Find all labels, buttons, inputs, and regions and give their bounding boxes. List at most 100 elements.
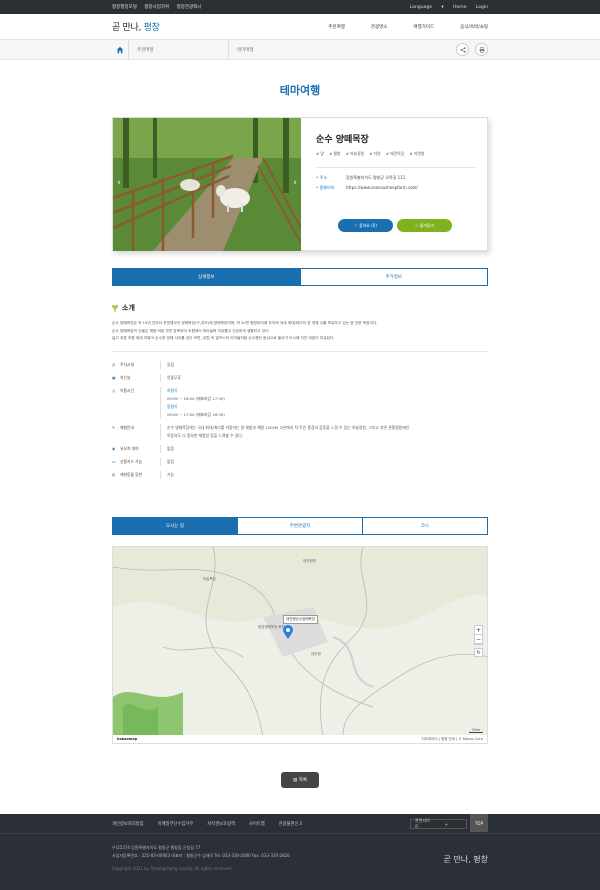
detail-label: 유모차 대여 <box>120 446 139 451</box>
detail-list: ◎ 주차시설 있음 ▣ 쉬는날 연중무휴 ◷ 이용시간 하절기 09:00 ~ … <box>112 361 488 484</box>
footer-logo: 곧 만나, 평창 <box>443 855 488 864</box>
share-icon[interactable] <box>456 43 469 56</box>
attraction-info: 순수 양떼목장 # 양 # 평창 # 하늘정원 # 자연 # 애견목장 # 자연… <box>316 132 476 195</box>
zoom-out-button[interactable]: − <box>475 635 482 644</box>
nav-item-recommend[interactable]: 추천여행 <box>328 24 345 30</box>
edit-icon: ✎ <box>112 425 116 430</box>
main-nav: 추천여행 관광명소 여행가이드 음식/숙박/쇼핑 <box>302 24 488 30</box>
map-footer-link[interactable]: 정정 안내 <box>441 737 455 741</box>
detail-label: 주차시설 <box>120 362 134 367</box>
detail-label: 애완동물 동반 <box>120 472 143 477</box>
address-label: • 주소 <box>316 175 328 180</box>
detail-value: 없음 <box>160 458 488 466</box>
footer-link[interactable]: 사이트맵 <box>249 821 265 827</box>
detail-row: ◎ 주차시설 있음 <box>112 361 488 369</box>
map-label-place: 하늘목장 <box>203 577 216 581</box>
footer-link[interactable]: 이메일무단수집거부 <box>158 821 194 827</box>
copyright: Copyright 2021 by Pyeongchang county. Al… <box>112 866 233 871</box>
related-sites-select[interactable]: 관련사이트 + <box>410 818 467 829</box>
map-marker-label: 대관령순수양떼목장 <box>283 615 318 624</box>
map-label-place: 대관령 <box>311 652 321 656</box>
detail-row: ◷ 이용시간 하절기 09:00 ~ 18:00 (매표마감 17:30) 동절… <box>112 387 488 419</box>
footer-link[interactable]: 저작권보호정책 <box>207 821 235 827</box>
tag[interactable]: # 양 <box>316 151 324 156</box>
card-icon: ▭ <box>112 459 116 464</box>
list-button[interactable]: ▤ 목록 <box>281 772 319 788</box>
tag[interactable]: # 자연 <box>369 151 380 156</box>
intro-heading: 소개 <box>112 303 135 313</box>
utility-bar: 평창행정포털 평창사업자위 평창관광택시 Language ▾ Home Log… <box>0 0 600 14</box>
site-logo[interactable]: 곧 만나, 평창 <box>112 20 160 33</box>
zoom-in-button[interactable]: + <box>475 626 482 635</box>
intro-paragraph: 넓고 푸른 초원 위에 하얗고 순수한 양떼 사이를 걷다 보면, 유럽 속 알… <box>112 336 335 340</box>
footer-address: 우)25374 강원특별자치도 평창군 평창읍 군청길 77 <box>112 845 201 850</box>
tab-nearby[interactable]: 주변관광지 <box>237 518 362 534</box>
detail-line: 순수 양떼목장에는 국내 최대/최다를 자랑하는 양 체험과 해발 1000M … <box>167 425 410 430</box>
nav-item-guide[interactable]: 여행가이드 <box>413 24 434 30</box>
next-arrow-icon[interactable]: › <box>293 178 297 188</box>
detail-value: 연중무휴 <box>160 374 488 382</box>
chevron-down-icon: ▾ <box>441 4 444 10</box>
tag[interactable]: # 애견목장 <box>386 151 404 156</box>
utility-link[interactable]: 평창관광택시 <box>177 5 202 10</box>
login-link[interactable]: Login <box>476 5 488 10</box>
footer-link[interactable]: 개인정보처리방침 <box>112 821 144 827</box>
site-footer: 개인정보처리방침 이메일무단수집거부 저작권보호정책 사이트맵 관광불편신고 관… <box>0 814 600 890</box>
utility-right: Language ▾ Home Login <box>394 5 488 10</box>
utility-link[interactable]: 평창사업자위 <box>144 5 169 10</box>
detail-label: 체험안내 <box>120 425 134 430</box>
utility-links: 평창행정포털 평창사업자위 평창관광택시 <box>112 4 207 10</box>
logo-text: 곧 만나, <box>112 23 144 33</box>
detail-row: ▭ 신용카드 가능 없음 <box>112 458 488 466</box>
card-actions: ♡ 좋아요 (0) ☆ 즐겨찾기 <box>338 219 452 232</box>
tab-course[interactable]: 코스 <box>362 518 487 534</box>
breadcrumb-item[interactable]: 추천여행 <box>128 39 228 60</box>
detail-row: ✎ 체험안내 순수 양떼목장에는 국내 최대/최다를 자랑하는 양 체험과 해발… <box>112 424 488 440</box>
top-button[interactable]: TOP <box>470 814 488 832</box>
site-header: 곧 만나, 평창 추천여행 관광명소 여행가이드 음식/숙박/쇼핑 <box>0 14 600 40</box>
homepage-link[interactable]: https://www.soonsusheepfarm.com/ <box>346 185 418 191</box>
page-actions <box>456 43 488 56</box>
tab-additional[interactable]: 추가정보 <box>299 269 488 285</box>
tag-list: # 양 # 평창 # 하늘정원 # 자연 # 애견목장 # 자연원 <box>316 151 476 157</box>
tag[interactable]: # 평창 <box>329 151 340 156</box>
tab-directions[interactable]: 오시는 길 <box>113 518 237 534</box>
tag[interactable]: # 하늘정원 <box>346 151 364 156</box>
footer-info: 우)25374 강원특별자치도 평창군 평창읍 군청길 77 사업자등록번호 :… <box>112 844 290 873</box>
map-brand[interactable]: kakaomap <box>117 737 137 741</box>
detail-row: ◉ 유모차 대여 없음 <box>112 445 488 453</box>
map[interactable]: 대관령면 하늘목장 평창양떼목장 화원 대관령 대관령순수양떼목장 + − ↻ … <box>112 546 488 744</box>
stroller-icon: ◉ <box>112 446 116 451</box>
favorite-button[interactable]: ☆ 즐겨찾기 <box>397 219 452 232</box>
refresh-icon[interactable]: ↻ <box>474 648 483 657</box>
print-icon[interactable] <box>475 43 488 56</box>
zoom-control: + − <box>474 625 483 645</box>
map-footer-link[interactable]: 지도데이터 <box>421 737 437 741</box>
home-icon[interactable] <box>112 46 128 54</box>
logo-accent: 평창 <box>143 23 160 33</box>
map-label-place: 대관령면 <box>303 559 316 563</box>
language-select[interactable]: Language ▾ <box>402 5 444 10</box>
map-marker-icon[interactable] <box>283 625 293 639</box>
language-label: Language <box>409 4 432 10</box>
nav-item-attractions[interactable]: 관광명소 <box>371 24 388 30</box>
prev-arrow-icon[interactable]: ‹ <box>117 178 121 188</box>
clock-icon: ◷ <box>112 388 116 393</box>
season-label: 동절기 <box>167 404 178 409</box>
page-title: 테마여행 <box>279 84 321 97</box>
breadcrumb: 추천여행 테마여행 <box>0 39 600 60</box>
utility-link[interactable]: 평창행정포털 <box>112 5 137 10</box>
tag[interactable]: # 자연원 <box>409 151 424 156</box>
footer-link[interactable]: 관광불편신고 <box>279 821 303 827</box>
home-link[interactable]: Home <box>453 5 466 10</box>
detail-line: 목동의도 더 풍부한 체험밥 등을 느껴볼 수 있다. <box>167 433 244 438</box>
tab-detail[interactable]: 상세정보 <box>113 269 300 285</box>
pet-icon: ◍ <box>112 472 116 477</box>
like-button[interactable]: ♡ 좋아요 (0) <box>338 219 393 232</box>
detail-value: 없음 <box>160 445 488 453</box>
nav-item-food[interactable]: 음식/숙박/쇼핑 <box>460 24 488 30</box>
breadcrumb-item[interactable]: 테마여행 <box>228 39 328 60</box>
sprout-icon <box>112 304 118 312</box>
detail-label: 쉬는날 <box>120 375 131 380</box>
detail-row: ▣ 쉬는날 연중무휴 <box>112 374 488 382</box>
